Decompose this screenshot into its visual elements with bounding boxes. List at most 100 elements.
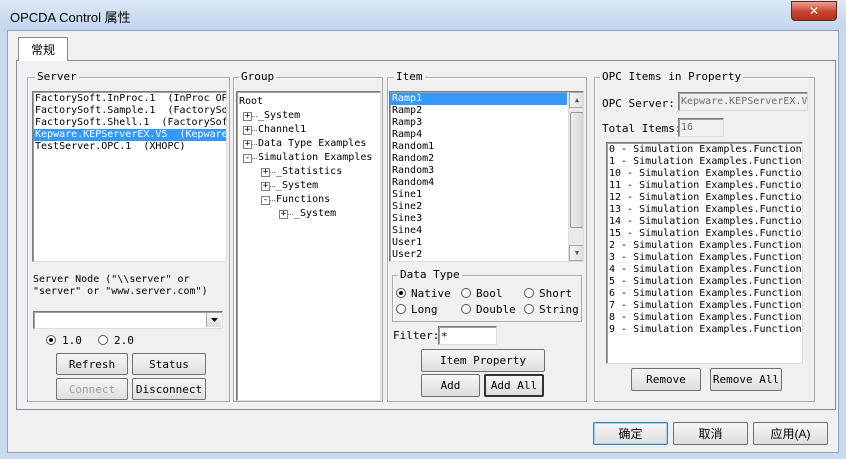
- radio-icon: [396, 304, 406, 314]
- total-items-field: 16: [678, 118, 724, 137]
- status-button[interactable]: Status: [132, 353, 206, 375]
- group-tree[interactable]: Root + _System + Channel1 + Data Type Examples…: [236, 91, 381, 401]
- filter-value: *: [441, 330, 448, 343]
- opc-item-row[interactable]: 8 - Simulation Examples.Functions.Sine1: [607, 312, 802, 324]
- arrow-up-icon: ▲: [574, 96, 580, 104]
- opc-item-row[interactable]: 0 - Simulation Examples.Functions.Ramp1: [607, 144, 802, 156]
- opc-item-row[interactable]: 7 - Simulation Examples.Functions.Random…: [607, 300, 802, 312]
- arrow-down-icon: ▼: [574, 249, 580, 257]
- opc-item-row[interactable]: 13 - Simulation Examples.Functions.User2: [607, 204, 802, 216]
- tab-general[interactable]: 常规: [18, 37, 68, 61]
- item-list-item[interactable]: User1: [390, 237, 567, 249]
- item-list-item[interactable]: Sine4: [390, 225, 567, 237]
- add-all-button[interactable]: Add All: [484, 374, 544, 397]
- combo-dropdown-button[interactable]: [206, 313, 221, 327]
- item-list-item[interactable]: Random3: [390, 165, 567, 177]
- opc-item-row[interactable]: 4 - Simulation Examples.Functions.Random…: [607, 264, 802, 276]
- tree-node-label: Simulation Examples: [258, 152, 373, 163]
- group-group-title: Group: [239, 70, 277, 83]
- close-icon: ✕: [808, 4, 820, 18]
- tree-connector: [252, 130, 257, 131]
- opc-item-row[interactable]: 15 - Simulation Examples.Functions.User4: [607, 228, 802, 240]
- total-items-value: 16: [681, 122, 694, 133]
- remove-button[interactable]: Remove: [631, 368, 701, 391]
- item-list-item[interactable]: Random4: [390, 177, 567, 189]
- server-list[interactable]: FactorySoft.InProc.1 (InProc OPC Server)…: [32, 91, 227, 262]
- item-list[interactable]: Ramp1 Ramp2 Ramp3 Ramp4 Random1 Random2 Random…: [390, 92, 567, 261]
- add-button[interactable]: Add: [421, 374, 480, 397]
- server-list-item[interactable]: FactorySoft.InProc.1 (InProc OPC Server): [33, 93, 226, 105]
- expand-icon[interactable]: +: [279, 210, 288, 219]
- close-button[interactable]: ✕: [791, 1, 837, 21]
- connect-button[interactable]: Connect: [56, 378, 128, 400]
- server-list-item[interactable]: TestServer.OPC.1 (XHOPC): [33, 141, 226, 153]
- collapse-icon[interactable]: -: [261, 196, 270, 205]
- item-property-button[interactable]: Item Property: [421, 349, 545, 372]
- expand-icon[interactable]: +: [243, 126, 252, 135]
- tree-connector: [288, 214, 293, 215]
- server-list-item[interactable]: Kepware.KEPServerEX.V5 (Kepware Communic…: [33, 129, 226, 141]
- tree-connector: [270, 172, 275, 173]
- expand-icon[interactable]: +: [261, 182, 270, 191]
- item-list-item[interactable]: Random1: [390, 141, 567, 153]
- chevron-down-icon: [210, 318, 218, 322]
- data-type-label: Bool: [476, 287, 503, 300]
- item-group-title: Item: [394, 70, 425, 83]
- opc-item-row[interactable]: 14 - Simulation Examples.Functions.User3: [607, 216, 802, 228]
- opc-item-row[interactable]: 11 - Simulation Examples.Functions.Sine4: [607, 180, 802, 192]
- item-list-item[interactable]: Ramp1: [390, 93, 567, 105]
- opc-item-row[interactable]: 1 - Simulation Examples.Functions.Ramp2: [607, 156, 802, 168]
- opc-items-list[interactable]: 0 - Simulation Examples.Functions.Ramp11…: [606, 142, 803, 364]
- item-list-item[interactable]: Random2: [390, 153, 567, 165]
- item-list-item[interactable]: Sine1: [390, 189, 567, 201]
- tree-connector: [252, 158, 257, 159]
- item-list-item[interactable]: Ramp4: [390, 129, 567, 141]
- apply-button[interactable]: 应用(A): [753, 422, 828, 445]
- server-list-item[interactable]: FactorySoft.Shell.1 (FactorySoft Shell): [33, 117, 226, 129]
- opc-item-row[interactable]: 12 - Simulation Examples.Functions.User1: [607, 192, 802, 204]
- radio-icon: [461, 304, 471, 314]
- scroll-up-button[interactable]: ▲: [569, 92, 583, 108]
- radio-icon: [524, 304, 534, 314]
- opc-item-row[interactable]: 5 - Simulation Examples.Functions.Random…: [607, 276, 802, 288]
- opc-item-row[interactable]: 9 - Simulation Examples.Functions.Sine2: [607, 324, 802, 336]
- expand-icon[interactable]: +: [243, 140, 252, 149]
- data-type-label: String: [539, 303, 579, 316]
- radio-icon: [396, 288, 406, 298]
- filter-input[interactable]: *: [438, 326, 497, 345]
- server-list-item[interactable]: FactorySoft.Sample.1 (FactorySoft OPC Se…: [33, 105, 226, 117]
- scroll-thumb[interactable]: [570, 112, 583, 228]
- item-list-item[interactable]: Sine3: [390, 213, 567, 225]
- item-list-item[interactable]: Ramp2: [390, 105, 567, 117]
- ok-button[interactable]: 确定: [593, 422, 668, 445]
- expand-icon[interactable]: +: [243, 112, 252, 121]
- version-2-0-label: 2.0: [114, 334, 134, 347]
- radio-icon: [461, 288, 471, 298]
- opc-item-row[interactable]: 2 - Simulation Examples.Functions.Ramp3: [607, 240, 802, 252]
- opc-item-row[interactable]: 10 - Simulation Examples.Functions.Sine3: [607, 168, 802, 180]
- opc-item-row[interactable]: 3 - Simulation Examples.Functions.Ramp4: [607, 252, 802, 264]
- collapse-icon[interactable]: -: [243, 154, 252, 163]
- item-list-box[interactable]: Ramp1 Ramp2 Ramp3 Ramp4 Random1 Random2 Random…: [389, 91, 584, 262]
- server-node-label: Server Node ("\\server" or "server" or "…: [33, 274, 208, 297]
- tree-connector: [270, 200, 275, 201]
- data-type-label: Double: [476, 303, 516, 316]
- tree-node-label: Data Type Examples: [258, 138, 367, 149]
- filter-label: Filter:: [393, 329, 440, 342]
- refresh-button[interactable]: Refresh: [56, 353, 128, 375]
- scroll-down-button[interactable]: ▼: [569, 245, 583, 261]
- expand-icon[interactable]: +: [261, 168, 270, 177]
- item-list-item[interactable]: Ramp3: [390, 117, 567, 129]
- radio-icon: [524, 288, 534, 298]
- disconnect-button[interactable]: Disconnect: [132, 378, 206, 400]
- server-node-combo[interactable]: [33, 311, 223, 329]
- remove-all-button[interactable]: Remove All: [710, 368, 782, 391]
- cancel-button[interactable]: 取消: [673, 422, 748, 445]
- item-scrollbar[interactable]: ▲ ▼: [568, 92, 583, 261]
- data-type-label: Native: [411, 287, 451, 300]
- opc-item-row[interactable]: 6 - Simulation Examples.Functions.Random…: [607, 288, 802, 300]
- item-list-item[interactable]: User2: [390, 249, 567, 261]
- data-type-title: Data Type: [398, 268, 462, 281]
- item-list-item[interactable]: Sine2: [390, 201, 567, 213]
- tree-node-label: _System: [258, 110, 301, 121]
